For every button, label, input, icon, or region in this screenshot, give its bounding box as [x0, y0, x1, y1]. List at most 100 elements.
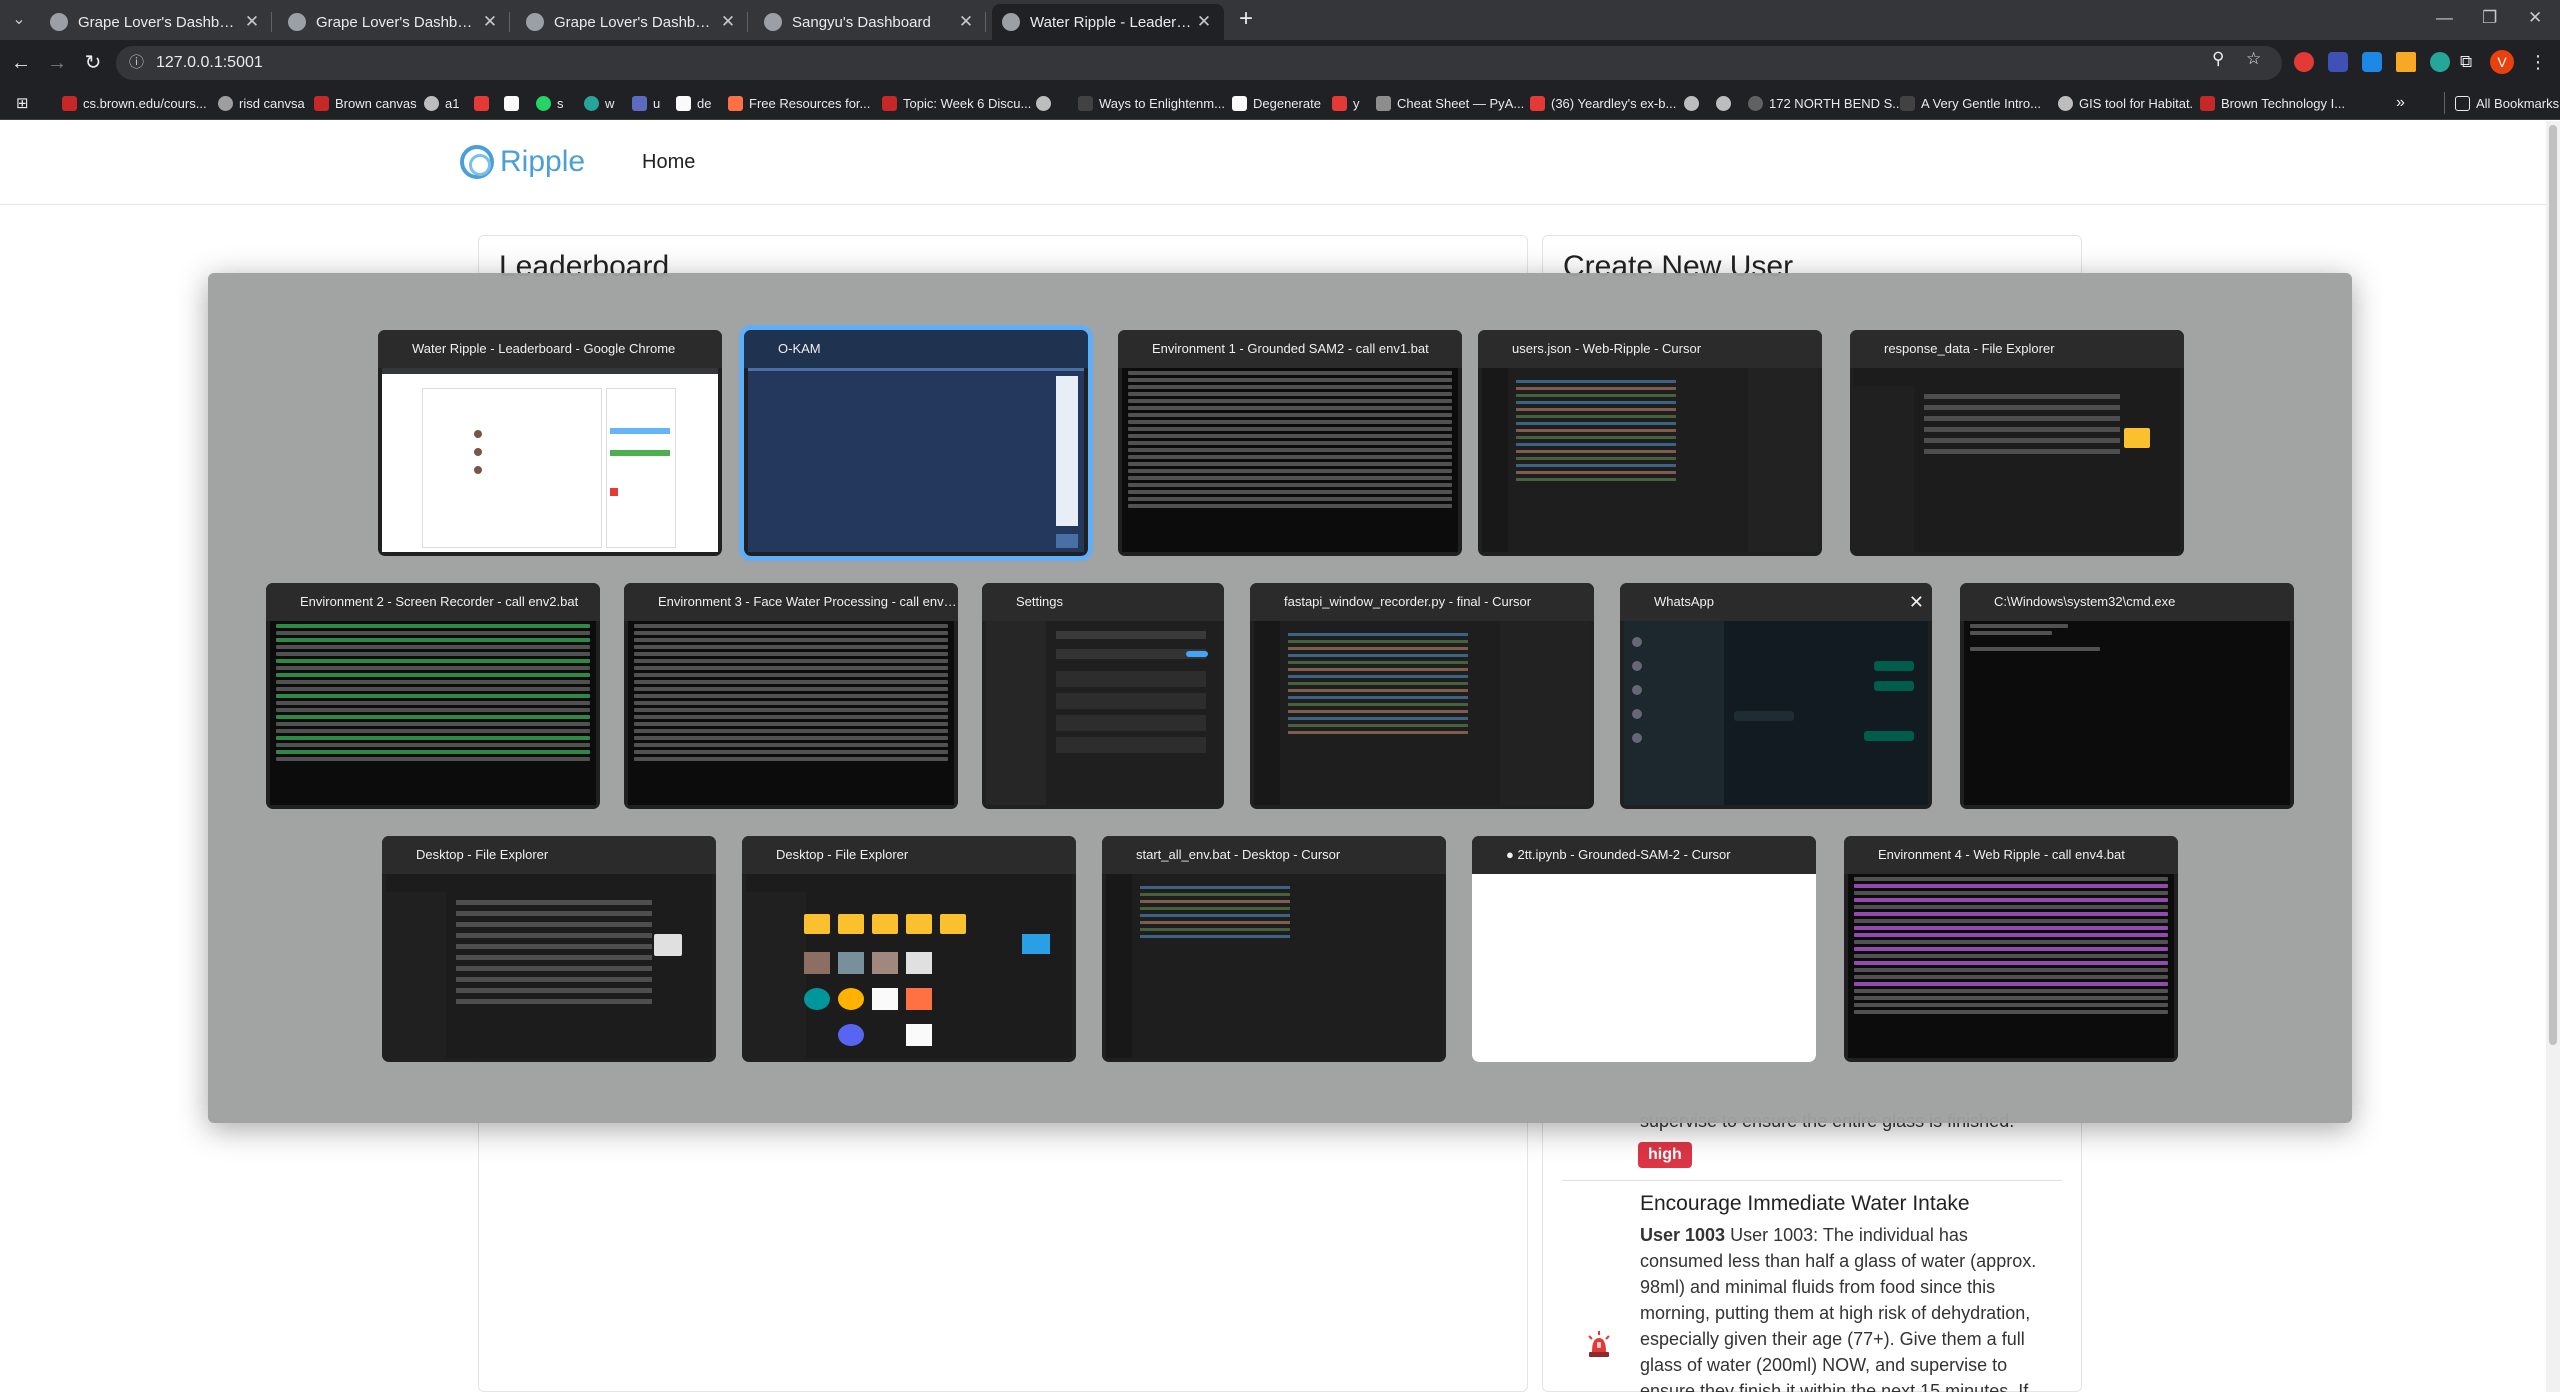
tab-title: Water Ripple - Leaderboard [1030, 13, 1194, 31]
bookmark-item[interactable] [1684, 92, 1705, 114]
minimize-icon[interactable]: — [2436, 8, 2453, 28]
switcher-window-whatsapp[interactable]: WhatsApp ✕ [1620, 583, 1932, 809]
bookmark-item[interactable]: (36) Yeardley's ex-b... [1530, 92, 1676, 114]
profile-avatar[interactable]: V [2490, 50, 2514, 74]
bookmark-item[interactable]: y [1332, 92, 1360, 114]
extension-icon[interactable] [2430, 52, 2450, 72]
tab-grape-dashboard-3[interactable]: Grape Lover's Dashboard ✕ [516, 4, 748, 40]
bookmark-item[interactable]: Free Resources for... [728, 92, 870, 114]
recommendation-user: User 1003 [1640, 1225, 1726, 1245]
all-bookmarks-button[interactable]: All Bookmarks [2444, 92, 2559, 114]
extension-icon[interactable] [2294, 52, 2314, 72]
extension-icon[interactable] [2362, 52, 2382, 72]
bookmark-item[interactable]: u [632, 92, 660, 114]
bookmark-item[interactable] [1036, 92, 1057, 114]
switcher-window-env2[interactable]: Environment 2 - Screen Recorder - call e… [266, 583, 600, 809]
siren-icon [1588, 1331, 1610, 1357]
bookmark-item[interactable]: s [536, 92, 564, 114]
bookmark-item[interactable]: Brown Technology I... [2200, 92, 2345, 114]
tab-sangyu-dashboard[interactable]: Sangyu's Dashboard ✕ [754, 4, 986, 40]
bookmark-item[interactable]: Topic: Week 6 Discu... [882, 92, 1031, 114]
tab-grape-dashboard-2[interactable]: Grape Lover's Dashboard ✕ [278, 4, 510, 40]
close-window-icon[interactable]: ✕ [2528, 8, 2542, 28]
bookmark-item[interactable] [1716, 92, 1737, 114]
site-info-icon[interactable]: ⓘ [129, 46, 144, 80]
switcher-window-env4[interactable]: Environment 4 - Web Ripple - call env4.b… [1844, 836, 2178, 1062]
switcher-window-env1[interactable]: Environment 1 - Grounded SAM2 - call env… [1118, 330, 1462, 556]
globe-icon [1002, 13, 1020, 31]
extensions-puzzle-icon[interactable]: ⧉ [2460, 52, 2480, 72]
window-thumbnail [1854, 368, 2180, 552]
tab-title: Grape Lover's Dashboard [554, 13, 718, 31]
bookmark-item[interactable] [474, 92, 495, 114]
extension-icon[interactable] [2328, 52, 2348, 72]
bookmark-item[interactable]: a1 [424, 92, 459, 114]
window-title: Settings [982, 583, 1224, 621]
scrollbar-thumb[interactable] [2549, 125, 2557, 1045]
switcher-window-chrome[interactable]: Water Ripple - Leaderboard - Google Chro… [378, 330, 722, 556]
tab-water-ripple[interactable]: Water Ripple - Leaderboard ✕ [992, 4, 1224, 40]
window-title: C:\Windows\system32\cmd.exe [1960, 583, 2294, 621]
url-text: 127.0.0.1:5001 [156, 54, 263, 71]
zoom-icon[interactable]: ⚲ [2212, 49, 2224, 69]
window-thumbnail [386, 874, 712, 1058]
switcher-window-cmd[interactable]: C:\Windows\system32\cmd.exe [1960, 583, 2294, 809]
close-tab-icon[interactable]: ✕ [480, 12, 500, 32]
back-arrow-icon[interactable]: ← [8, 50, 34, 76]
bookmark-item[interactable]: Cheat Sheet — PyA... [1376, 92, 1524, 114]
bookmark-item[interactable]: de [676, 92, 711, 114]
window-thumbnail [1472, 874, 1816, 1062]
close-tab-icon[interactable]: ✕ [1194, 12, 1214, 32]
switcher-window-okam[interactable]: O-KAM [740, 326, 1092, 560]
switcher-window-desktop-explorer-1[interactable]: Desktop - File Explorer [382, 836, 716, 1062]
ripple-logo[interactable]: Ripple [460, 145, 585, 179]
apps-grid-icon[interactable]: ⊞ [16, 92, 29, 114]
recommendation-body: User 1003 User 1003: The individual has … [1640, 1222, 2040, 1392]
tab-title: Grape Lover's Dashboard [78, 13, 242, 31]
bookmark-item[interactable]: Degenerate [1232, 92, 1321, 114]
switcher-window-settings[interactable]: Settings [982, 583, 1224, 809]
switcher-window-notebook[interactable]: ● 2tt.ipynb - Grounded-SAM-2 - Cursor [1472, 836, 1816, 1062]
address-bar[interactable]: ⓘ 127.0.0.1:5001 [116, 46, 2282, 80]
tab-grape-dashboard-1[interactable]: Grape Lover's Dashboard ✕ [40, 4, 272, 40]
new-tab-button[interactable]: + [1232, 6, 1260, 34]
window-thumbnail [746, 874, 1072, 1058]
switcher-window-users-json[interactable]: users.json - Web-Ripple - Cursor [1478, 330, 1822, 556]
bookmark-item[interactable]: Ways to Enlightenm... [1078, 92, 1225, 114]
maximize-icon[interactable]: ❐ [2482, 8, 2497, 28]
bookmark-item[interactable]: A Very Gentle Intro... [1900, 92, 2041, 114]
window-thumbnail [1624, 621, 1928, 805]
bookmark-item[interactable]: cs.brown.edu/cours... [62, 92, 207, 114]
window-title: users.json - Web-Ripple - Cursor [1478, 330, 1822, 368]
nav-home-link[interactable]: Home [642, 151, 695, 174]
window-thumbnail [986, 621, 1220, 805]
more-bookmarks-chevron-icon[interactable]: » [2396, 92, 2405, 114]
menu-kebab-icon[interactable]: ⋮ [2528, 52, 2548, 72]
bookmark-item[interactable]: 172 NORTH BEND S... [1748, 92, 1903, 114]
window-title: Desktop - File Explorer [742, 836, 1076, 874]
close-tab-icon[interactable]: ✕ [242, 12, 262, 32]
bookmark-star-icon[interactable]: ☆ [2246, 49, 2261, 69]
recommendation-title: Encourage Immediate Water Intake [1640, 1192, 1970, 1215]
switcher-window-start-all-env[interactable]: start_all_env.bat - Desktop - Cursor [1102, 836, 1446, 1062]
bookmark-item[interactable]: GIS tool for Habitat. [2058, 92, 2193, 114]
bookmark-item[interactable]: Brown canvas [314, 92, 417, 114]
close-tab-icon[interactable]: ✕ [718, 12, 738, 32]
switcher-window-desktop-explorer-2[interactable]: Desktop - File Explorer [742, 836, 1076, 1062]
close-window-icon[interactable]: ✕ [1909, 583, 1924, 621]
forward-arrow-icon[interactable]: → [44, 50, 70, 76]
reload-icon[interactable]: ↻ [80, 50, 106, 76]
page-scrollbar[interactable] [2546, 121, 2560, 1392]
switcher-window-response-data[interactable]: response_data - File Explorer [1850, 330, 2184, 556]
bookmark-label: s [557, 95, 564, 111]
tab-search-chevron-icon[interactable]: ⌄ [6, 8, 32, 32]
switcher-window-fastapi-recorder[interactable]: fastapi_window_recorder.py - final - Cur… [1250, 583, 1594, 809]
extension-icon[interactable] [2396, 52, 2416, 72]
switcher-window-env3[interactable]: Environment 3 - Face Water Processing - … [624, 583, 958, 809]
bookmark-item[interactable]: risd canvsa [218, 92, 305, 114]
close-tab-icon[interactable]: ✕ [956, 12, 976, 32]
bookmark-item[interactable] [504, 92, 525, 114]
bookmark-item[interactable]: w [584, 92, 614, 114]
divider [1562, 1180, 2062, 1181]
window-thumbnail [628, 621, 954, 805]
